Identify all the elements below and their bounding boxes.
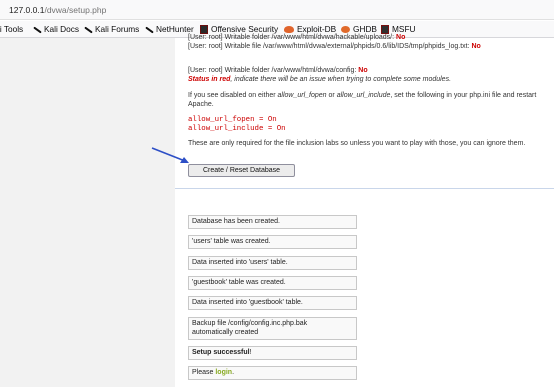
message-prefix: Please (192, 369, 216, 376)
bookmark-label: Kali Docs (44, 24, 80, 34)
check-config-text: [User: root] Writable folder /var/www/ht… (188, 67, 359, 74)
kali-icon (83, 25, 92, 34)
msfu-icon (381, 24, 389, 34)
bookmark-offensive-security[interactable]: Offensive Security (200, 24, 278, 34)
url-bar[interactable]: 127.0.0.1/dvwa/setup.php (0, 0, 554, 20)
message-guestbook-data-inserted: Data inserted into 'guestbook' table. (188, 296, 357, 310)
bookmark-ghdb[interactable]: GHDB (341, 24, 377, 34)
check-config: [User: root] Writable folder /var/www/ht… (188, 67, 554, 76)
intro-b: or (326, 92, 337, 99)
intro-fopen: allow_url_fopen (277, 92, 327, 99)
status-note: Status in red, indicate there will be an… (188, 76, 554, 85)
offsec-icon (200, 24, 208, 34)
setup-checks-top: [User: root] Writable folder /var/www/ht… (188, 34, 554, 51)
bookmark-kali-forums[interactable]: Kali Forums (83, 24, 139, 34)
url-host: 127.0.0.1 (9, 5, 45, 15)
instructions-intro: If you see disabled on either allow_url_… (188, 92, 554, 101)
bookmark-kali-tools[interactable]: li Tools (0, 24, 23, 34)
exploitdb-icon (284, 25, 294, 33)
file-inclusion-note: These are only required for the file inc… (188, 140, 554, 149)
create-reset-database-button[interactable]: Create / Reset Database (188, 164, 295, 177)
status-note-text: , indicate there will be an issue when t… (230, 75, 452, 83)
ghdb-icon (341, 25, 350, 33)
message-text-line1: Backup file /config/config.inc.php.bak (192, 320, 308, 327)
url-text[interactable]: 127.0.0.1/dvwa/setup.php (9, 5, 106, 15)
bookmark-label: NetHunter (156, 24, 194, 34)
check-phpids-status: No (471, 42, 481, 50)
message-guestbook-table-created: 'guestbook' table was created. (188, 276, 357, 290)
section-divider (175, 188, 554, 189)
message-users-data-inserted: Data inserted into 'users' table. (188, 256, 357, 270)
intro-include: allow_url_include (336, 92, 391, 99)
bookmark-label: Offensive Security (211, 24, 279, 34)
annotation-arrow-icon (151, 147, 189, 163)
bookmark-kali-docs[interactable]: Kali Docs (32, 24, 79, 34)
bookmark-msfu[interactable]: MSFU (381, 24, 416, 34)
login-link[interactable]: login (215, 369, 232, 376)
check-uploads: [User: root] Writable folder /var/www/ht… (188, 34, 554, 43)
check-phpids-text: [User: root] Writable file /var/www/html… (188, 42, 472, 50)
kali-icon (32, 25, 41, 34)
php-ini-instructions: If you see disabled on either allow_url_… (188, 92, 554, 109)
message-text: 'users' table was created. (192, 238, 271, 245)
message-text: Data inserted into 'users' table. (192, 259, 288, 266)
message-text-line2: automatically created (192, 328, 259, 336)
message-backup-file: Backup file /config/config.inc.php.bak a… (188, 317, 357, 340)
message-database-created: Database has been created. (188, 215, 357, 229)
code-allow-url-fopen: allow_url_fopen = On (188, 116, 277, 124)
code-allow-url-include: allow_url_include = On (188, 124, 286, 133)
bookmark-label: Exploit-DB (297, 24, 337, 34)
instructions-apache: Apache. (188, 100, 214, 108)
setup-checks-config: [User: root] Writable folder /var/www/ht… (188, 67, 554, 84)
left-menu-panel (0, 38, 175, 387)
check-phpids-log: [User: root] Writable file /var/www/html… (188, 43, 554, 52)
bookmark-label: MSFU (392, 24, 416, 34)
message-users-table-created: 'users' table was created. (188, 235, 357, 249)
message-text: Data inserted into 'guestbook' table. (192, 299, 303, 306)
message-setup-successful: Setup successful! (188, 346, 357, 360)
bookmark-label: li Tools (0, 24, 24, 34)
message-text: 'guestbook' table was created. (192, 279, 286, 286)
bookmark-label: GHDB (353, 24, 377, 34)
intro-a: If you see disabled on either (188, 92, 278, 99)
message-end: . (232, 369, 235, 376)
bookmark-nethunter[interactable]: NetHunter (144, 24, 194, 34)
message-end: ! (249, 349, 252, 356)
check-config-status: No (358, 67, 368, 74)
bookmark-exploit-db[interactable]: Exploit-DB (284, 24, 336, 34)
url-path: /dvwa/setup.php (44, 5, 107, 15)
php-ini-code: allow_url_fopen = On allow_url_include =… (188, 116, 286, 133)
bookmark-label: Kali Forums (95, 24, 140, 34)
message-text: Database has been created. (192, 218, 280, 225)
kali-icon (144, 25, 153, 34)
status-red-label: Status in red (188, 75, 231, 83)
message-bold: Setup successful (192, 349, 250, 356)
check-uploads-text: [User: root] Writable folder /var/www/ht… (188, 34, 397, 41)
intro-c: , set the following in your php.ini file… (390, 92, 537, 99)
message-please-login: Please login. (188, 366, 357, 380)
note-text: These are only required for the file inc… (188, 140, 526, 147)
check-uploads-status: No (396, 34, 406, 41)
